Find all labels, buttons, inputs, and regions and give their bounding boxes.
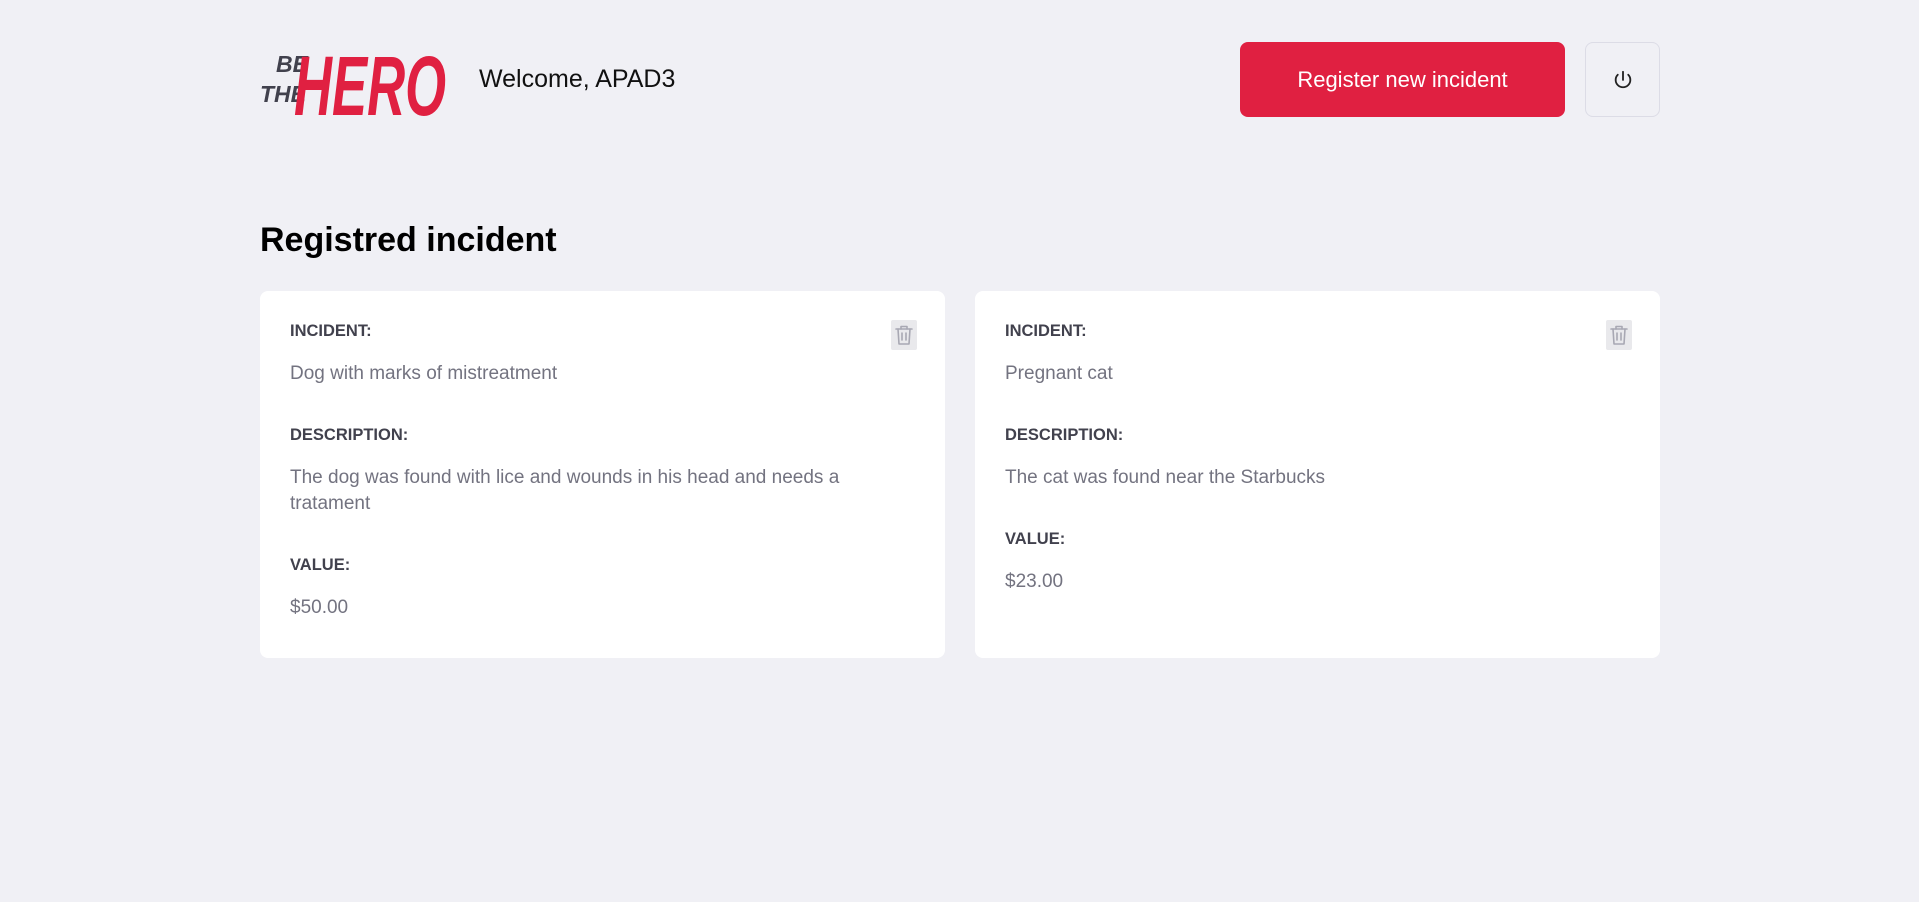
incident-card: INCIDENT: Dog with marks of mistreatment… [260, 291, 945, 658]
trash-icon [1610, 325, 1628, 345]
register-new-incident-button[interactable]: Register new incident [1240, 42, 1565, 117]
incident-label: INCIDENT: [1005, 322, 1087, 340]
power-icon [1614, 70, 1631, 88]
incident-description: The cat was found near the Starbucks [1005, 467, 1326, 488]
delete-incident-button[interactable] [1606, 320, 1632, 350]
incident-value: $50.00 [290, 597, 349, 618]
incident-value: $23.00 [1005, 571, 1064, 592]
description-label: DESCRIPTION: [290, 426, 409, 444]
description-label: DESCRIPTION: [1005, 426, 1124, 444]
svg-text:HERO: HERO [294, 39, 446, 120]
value-label: VALUE: [1005, 530, 1066, 548]
welcome-text: Welcome, APAD3 [479, 65, 676, 93]
incident-description: The dog was found with lice and wounds i… [290, 467, 840, 514]
be-the-hero-logo: BE THE HERO [260, 39, 446, 120]
incident-title: Dog with marks of mistreatment [290, 363, 558, 384]
header: BE THE HERO Welcome, APAD3 Register new … [260, 0, 1660, 160]
page-title: Registred incident [260, 221, 557, 259]
logout-button[interactable] [1585, 42, 1660, 117]
value-label: VALUE: [290, 556, 351, 574]
incident-title: Pregnant cat [1005, 363, 1113, 384]
delete-incident-button[interactable] [891, 320, 917, 350]
trash-icon [895, 325, 913, 345]
incident-label: INCIDENT: [290, 322, 372, 340]
incident-card: INCIDENT: Pregnant cat DESCRIPTION: The … [975, 291, 1660, 658]
